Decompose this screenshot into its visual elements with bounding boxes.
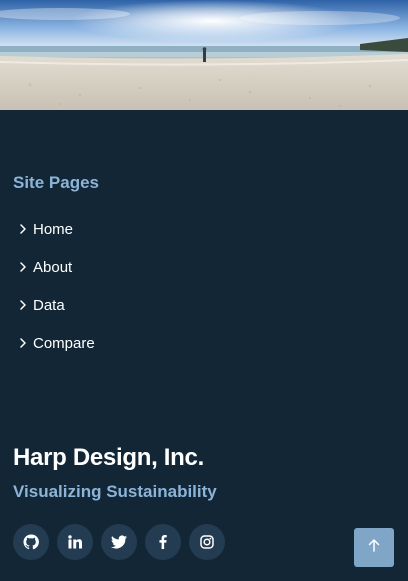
instagram-link[interactable]: [189, 524, 225, 560]
chevron-right-icon: [13, 300, 33, 310]
nav-link-label: Home: [33, 220, 74, 238]
nav-link-compare[interactable]: Compare: [13, 324, 95, 362]
company-tagline: Visualizing Sustainability: [13, 482, 217, 501]
linkedin-icon: [68, 535, 82, 549]
github-icon: [23, 534, 39, 550]
beach-photo: [0, 0, 408, 110]
page: Site Pages Home About Data Compare Harp …: [0, 0, 408, 581]
facebook-icon: [159, 535, 167, 549]
nav-link-home[interactable]: Home: [13, 210, 95, 248]
nav-link-about[interactable]: About: [13, 248, 95, 286]
company-name: Harp Design, Inc.: [13, 444, 204, 471]
back-to-top-button[interactable]: [354, 528, 394, 567]
social-links: [13, 524, 225, 560]
github-link[interactable]: [13, 524, 49, 560]
nav-link-label: Data: [33, 296, 65, 314]
chevron-right-icon: [13, 262, 33, 272]
chevron-right-icon: [13, 224, 33, 234]
facebook-link[interactable]: [145, 524, 181, 560]
twitter-link[interactable]: [101, 524, 137, 560]
chevron-right-icon: [13, 338, 33, 348]
instagram-icon: [200, 535, 214, 549]
nav-link-data[interactable]: Data: [13, 286, 95, 324]
nav-link-label: Compare: [33, 334, 95, 352]
site-pages-nav: Home About Data Compare: [13, 210, 95, 362]
arrow-up-icon: [368, 538, 380, 557]
nav-link-label: About: [33, 258, 73, 276]
twitter-icon: [111, 535, 127, 549]
linkedin-link[interactable]: [57, 524, 93, 560]
site-pages-heading: Site Pages: [13, 173, 99, 192]
